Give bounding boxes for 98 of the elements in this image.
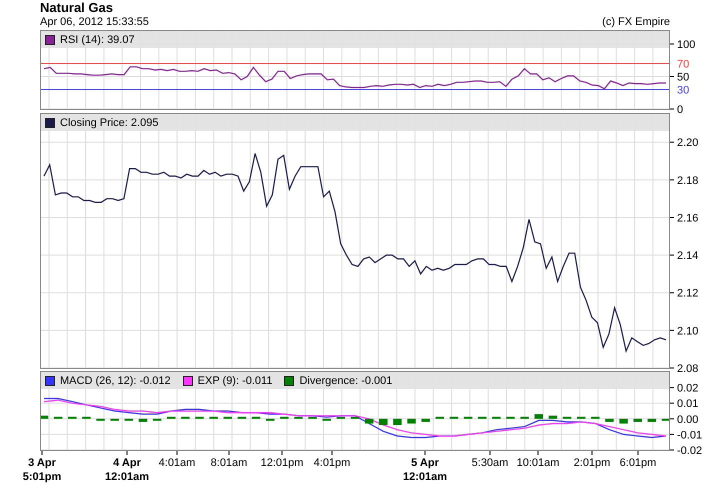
tick-mark <box>670 418 674 420</box>
divergence-bar <box>506 416 515 419</box>
axis-label: -0.02 <box>677 445 702 457</box>
axis-label: -0.01 <box>677 429 702 442</box>
axis-label: 10:01am <box>516 457 560 469</box>
axis-label: 5:01pm <box>22 471 62 483</box>
axis-label: 8:01am <box>210 457 248 469</box>
legend-label: RSI (14): 39.07 <box>60 34 135 46</box>
tick-mark <box>670 387 674 388</box>
divergence-bar <box>110 418 119 421</box>
divergence-bar <box>96 418 105 421</box>
divergence-bar <box>648 418 656 422</box>
axis-label: 4 Apr <box>113 457 141 469</box>
copyright: (c) FX Empire <box>602 15 670 29</box>
divergence-bar <box>336 416 346 419</box>
tick-mark <box>670 108 674 110</box>
axis-label: 12:01pm <box>260 457 304 469</box>
divergence-bar <box>464 416 472 419</box>
tick-mark <box>670 434 674 435</box>
axis-label: 2.08 <box>677 363 698 375</box>
tick-mark <box>670 292 674 294</box>
axis-label: 2.16 <box>677 212 698 224</box>
tick-mark <box>424 450 426 456</box>
axis-label: 2.12 <box>677 288 698 300</box>
axis-label: 6:01pm <box>620 457 656 469</box>
axis-label: 2.10 <box>677 325 698 338</box>
divergence-bar <box>421 418 430 422</box>
tick-mark <box>670 254 674 256</box>
tick-mark <box>670 330 674 331</box>
divergence-bar <box>350 416 360 419</box>
divergence-bar <box>520 416 529 419</box>
axis-label: 0 <box>677 104 684 116</box>
axis-label: 12:01am <box>402 471 448 483</box>
chart-title: Natural Gas <box>40 0 114 15</box>
divergence-bar <box>41 416 48 419</box>
tick-mark <box>670 76 674 77</box>
tick-mark <box>670 216 674 218</box>
divergence-bar <box>252 416 260 419</box>
divergence-bar <box>436 416 444 419</box>
divergence-bar <box>209 416 218 419</box>
tick-mark <box>176 450 178 456</box>
divergence-bar <box>181 416 190 419</box>
divergence-bar <box>548 416 558 419</box>
divergence-bar <box>492 416 501 419</box>
divergence-bar <box>605 418 614 422</box>
divergence-bar <box>478 416 486 419</box>
divergence-bar <box>68 416 77 419</box>
axis-label: 3 Apr <box>28 457 56 469</box>
axis-label: 0.01 <box>677 398 698 410</box>
axis-label: 2.20 <box>677 137 698 150</box>
axis-label: 0.00 <box>677 414 698 426</box>
divergence-bar <box>138 418 148 422</box>
divergence-bar <box>633 418 642 422</box>
legend-label: EXP (9): -0.011 <box>198 374 272 386</box>
divergence-bar <box>195 416 204 419</box>
tick-mark <box>228 450 230 456</box>
divergence-bar <box>124 418 134 421</box>
divergence-bar <box>591 416 600 419</box>
divergence-bar <box>224 416 232 419</box>
legend-label: Divergence: -0.001 <box>299 374 392 386</box>
axis-label: 100 <box>677 39 696 51</box>
axis-label: 12:01am <box>104 471 150 483</box>
reference-label: 30 <box>677 84 690 96</box>
axis-label: 5 Apr <box>411 457 439 469</box>
axis-label: 50 <box>677 72 690 84</box>
divergence-bar <box>294 416 303 419</box>
tick-mark <box>126 450 128 456</box>
axis-label: 4:01am <box>158 457 196 469</box>
divergence-bar <box>562 416 572 419</box>
divergence-bar <box>407 418 416 424</box>
divergence-bar <box>238 416 246 419</box>
timestamp: Apr 06, 2012 15:33:55 <box>40 15 149 29</box>
divergence-bar <box>266 418 274 421</box>
divergence-bar <box>322 418 331 421</box>
axis-label: 2.14 <box>677 250 698 262</box>
axis-label: 2.18 <box>677 174 698 187</box>
tick-mark <box>670 402 674 404</box>
divergence-bar <box>152 418 162 421</box>
divergence-bar <box>534 414 544 419</box>
divergence-bar <box>662 418 669 421</box>
divergence-bar <box>166 416 176 419</box>
axis-label: 2:01pm <box>574 457 610 469</box>
divergence-bar <box>54 416 62 419</box>
tick-mark <box>670 179 674 180</box>
legend-label: MACD (26, 12): -0.012 <box>60 374 171 386</box>
divergence-bar <box>308 416 317 419</box>
tick-mark <box>670 142 674 143</box>
divergence-bar <box>450 416 458 419</box>
divergence-bar <box>364 418 374 424</box>
divergence-bar <box>280 416 289 419</box>
reference-label: 70 <box>677 58 690 70</box>
axis-label: 5:30am <box>472 457 508 469</box>
axis-label: 4:01pm <box>314 457 350 469</box>
axis-label: 0.02 <box>677 382 698 395</box>
divergence-bar <box>619 418 628 424</box>
divergence-bar <box>82 416 91 419</box>
legend-label: Closing Price: 2.095 <box>60 116 158 128</box>
divergence-bar <box>576 416 586 419</box>
